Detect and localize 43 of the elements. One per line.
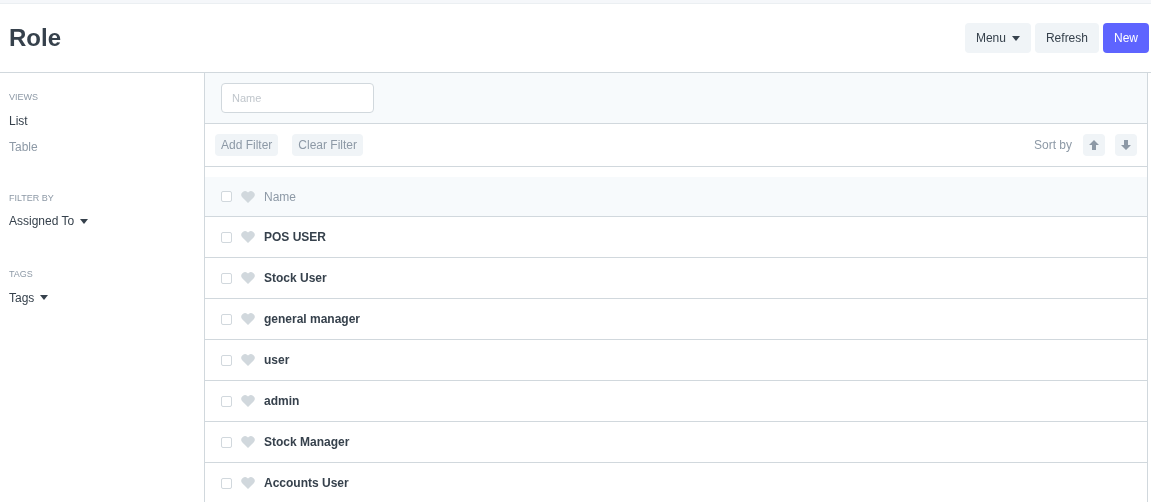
caret-icon: [80, 218, 89, 224]
menu-button[interactable]: Menu: [964, 23, 1031, 53]
section-heading: VIEWS: [9, 91, 39, 104]
role-name-link[interactable]: general manager: [264, 310, 361, 328]
caret-icon: [1011, 35, 1020, 41]
sort-ascending-button[interactable]: [1083, 134, 1105, 156]
heart-icon[interactable]: [241, 354, 255, 366]
checkbox[interactable]: [221, 272, 232, 284]
role-name-link[interactable]: Stock Manager: [264, 433, 350, 451]
section-heading: TAGS: [9, 268, 34, 281]
checkbox[interactable]: [221, 231, 232, 243]
name-filter-field[interactable]: Name: [221, 83, 374, 113]
heart-icon[interactable]: [241, 313, 255, 325]
arrow-down-icon: [1121, 140, 1131, 150]
heart-icon[interactable]: [241, 395, 255, 407]
role-name-link[interactable]: POS USER: [264, 228, 326, 246]
role-name-link[interactable]: Accounts User: [264, 474, 349, 492]
role-name-link[interactable]: admin: [264, 392, 300, 410]
role-name-link[interactable]: user: [264, 351, 290, 369]
new-button[interactable]: New: [1103, 23, 1149, 53]
view-link[interactable]: List: [9, 111, 28, 130]
checkbox[interactable]: [221, 395, 232, 407]
checkbox[interactable]: [221, 436, 232, 448]
checkbox[interactable]: [221, 313, 232, 325]
caret-icon: [40, 295, 49, 300]
page-title: Role: [9, 23, 61, 53]
refresh-button[interactable]: Refresh: [1034, 23, 1099, 53]
checkbox[interactable]: [221, 191, 232, 202]
filter-dropdown[interactable]: Assigned To: [9, 212, 89, 230]
sort-label: Sort by: [1034, 137, 1072, 154]
heart-icon[interactable]: [241, 231, 255, 243]
section-heading: FILTER BY: [9, 191, 55, 205]
column-header: Name: [264, 188, 296, 206]
checkbox[interactable]: [221, 477, 232, 489]
heart-icon[interactable]: [241, 272, 255, 284]
arrow-up-icon: [1089, 140, 1099, 150]
checkbox[interactable]: [221, 354, 232, 366]
heart-icon[interactable]: [241, 190, 255, 203]
filter-dropdown[interactable]: Tags: [9, 288, 49, 307]
heart-icon[interactable]: [241, 477, 255, 489]
sort-descending-button[interactable]: [1115, 134, 1137, 156]
heart-icon[interactable]: [241, 436, 255, 448]
role-name-link[interactable]: Stock User: [264, 269, 327, 287]
